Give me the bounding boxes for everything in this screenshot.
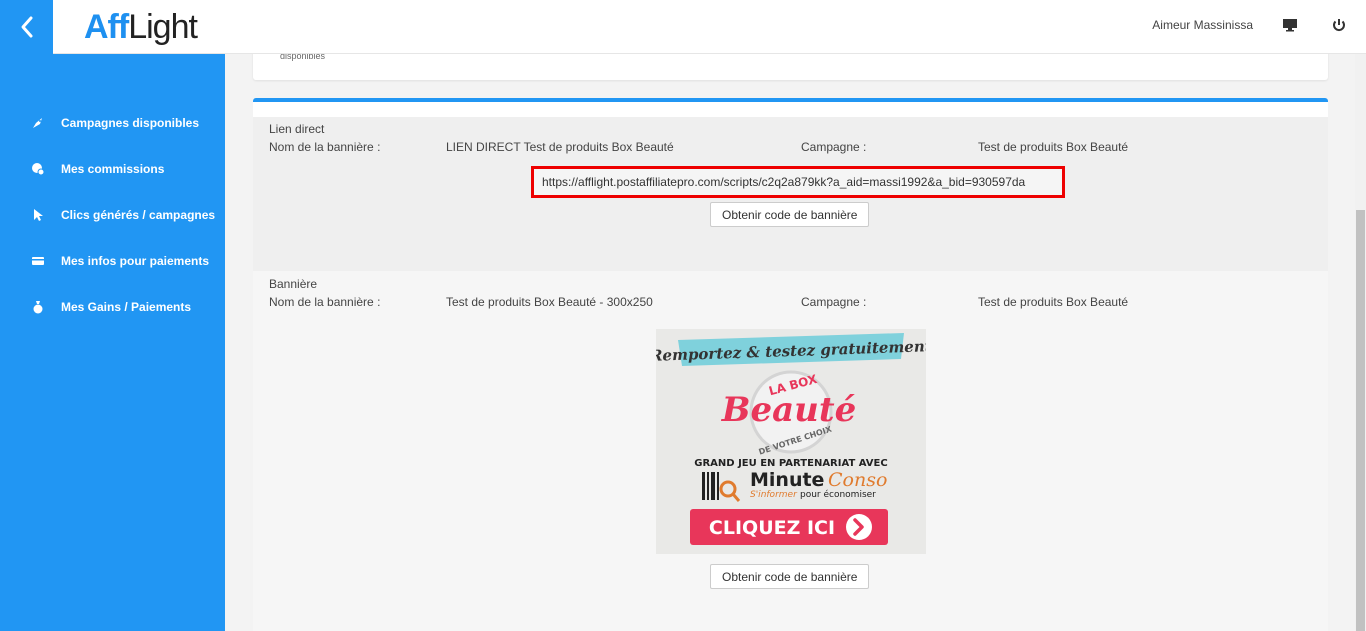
chevron-left-icon: [21, 16, 32, 38]
banner-name-value: Test de produits Box Beauté - 300x250: [446, 295, 653, 309]
cursor-icon: [30, 207, 46, 223]
banner-section: Bannière Nom de la bannière : Test de pr…: [253, 271, 1328, 631]
campaign-value: Test de produits Box Beauté: [978, 295, 1129, 309]
campaign-label: Campagne :: [801, 140, 867, 154]
affiliate-url-field[interactable]: https://afflight.postaffiliatepro.com/sc…: [531, 166, 1065, 198]
brand-conso-text: Conso: [828, 469, 887, 491]
sidebar-item-label: Campagnes disponibles: [61, 116, 200, 130]
direct-link-section: Lien direct Nom de la bannière : LIEN DI…: [253, 117, 1328, 271]
sidebar-item-clics[interactable]: Clics générés / campagnes: [0, 192, 225, 238]
banners-panel: Lien direct Nom de la bannière : LIEN DI…: [253, 98, 1328, 631]
banner-artwork: Remportez & testez gratuitement LA BOX B…: [656, 329, 926, 554]
chevron-right-icon: [846, 514, 872, 540]
campaign-label: Campagne :: [801, 295, 867, 309]
credit-card-icon: [30, 253, 46, 269]
top-bar: AffLight Aimeur Massinissa: [0, 0, 1366, 54]
sidebar-item-label: Mes Gains / Paiements: [61, 300, 192, 314]
sidebar-item-infos-paiements[interactable]: Mes infos pour paiements: [0, 238, 225, 284]
tagline-b-text: pour économiser: [800, 489, 876, 500]
banner-image[interactable]: Remportez & testez gratuitement LA BOX B…: [656, 329, 926, 554]
sidebar-item-gains[interactable]: Mes Gains / Paiements: [0, 284, 225, 330]
get-banner-code-button[interactable]: Obtenir code de bannière: [710, 564, 870, 589]
sidebar-item-commissions[interactable]: Mes commissions: [0, 146, 225, 192]
rocket-icon: [30, 115, 46, 131]
app-logo[interactable]: AffLight: [84, 8, 198, 46]
money-bag-icon: [30, 299, 46, 315]
logo-light: Light: [128, 8, 198, 46]
monitor-icon[interactable]: [1281, 16, 1299, 34]
page-scrollbar[interactable]: [1355, 54, 1366, 631]
sidebar-nav: Campagnes disponibles Mes commissions Cl…: [0, 100, 225, 330]
cta-text: CLIQUEZ ICI: [709, 517, 835, 539]
sidebar: Campagnes disponibles Mes commissions Cl…: [0, 54, 225, 631]
banner-name-label: Nom de la bannière :: [269, 140, 381, 154]
banner-type-label: Lien direct: [269, 122, 325, 136]
sidebar-item-label: Mes commissions: [61, 162, 165, 176]
sidebar-item-label: Clics générés / campagnes: [61, 208, 216, 222]
back-button[interactable]: [0, 0, 53, 54]
partner-line-text: GRAND JEU EN PARTENARIAT AVEC: [694, 458, 887, 469]
tagline-a-text: S'informer: [750, 490, 798, 500]
power-icon[interactable]: [1330, 16, 1348, 34]
user-name[interactable]: Aimeur Massinissa: [1152, 18, 1253, 32]
banner-name-value: LIEN DIRECT Test de produits Box Beauté: [446, 140, 674, 154]
sidebar-item-campagnes[interactable]: Campagnes disponibles: [0, 100, 225, 146]
sidebar-item-label: Mes infos pour paiements: [61, 254, 210, 268]
logo-aff: Aff: [84, 8, 129, 46]
card-text: disponibles: [280, 54, 326, 61]
scrollbar-thumb[interactable]: [1356, 210, 1365, 631]
badge-main-text: Beauté: [721, 390, 856, 430]
campaign-card: disponibles: [253, 54, 1328, 80]
banner-name-label: Nom de la bannière :: [269, 295, 381, 309]
campaign-value: Test de produits Box Beauté: [978, 140, 1129, 154]
banner-type-label: Bannière: [269, 277, 318, 291]
brand-minute-text: Minute: [750, 469, 824, 491]
get-banner-code-button[interactable]: Obtenir code de bannière: [710, 202, 870, 227]
main-content: disponibles Lien direct Nom de la banniè…: [225, 54, 1355, 631]
coins-icon: [30, 161, 46, 177]
